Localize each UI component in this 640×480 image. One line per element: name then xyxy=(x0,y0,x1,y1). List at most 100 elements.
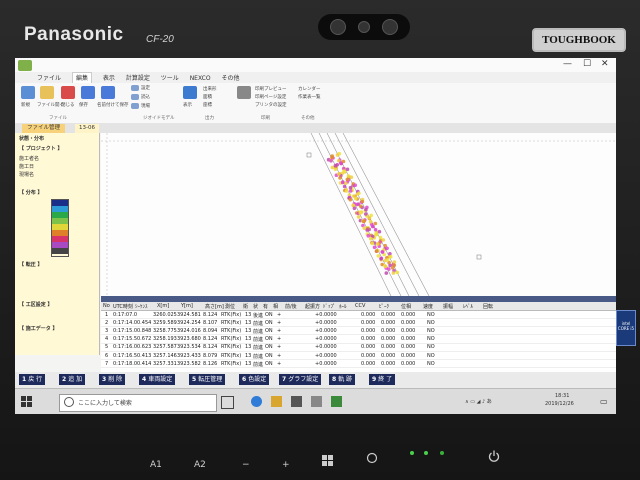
clock-date[interactable]: 2019/12/26 xyxy=(545,401,574,407)
edge-icon[interactable] xyxy=(251,396,262,407)
column-header[interactable]: ﾄﾞｯﾌﾟ xyxy=(323,303,336,310)
read-button[interactable]: 読込 xyxy=(141,94,150,100)
fkey-8[interactable]: 8軌 跡 xyxy=(329,374,356,385)
save-as-icon[interactable] xyxy=(101,86,115,99)
fkey-5[interactable]: 5 転圧管理 xyxy=(189,374,226,385)
column-header[interactable]: 回転 xyxy=(483,303,493,310)
save-icon[interactable] xyxy=(81,86,95,99)
save-as-button-label[interactable]: 名前付けて保存 xyxy=(97,102,129,108)
display-button-label[interactable]: 表示 xyxy=(183,102,192,108)
column-header[interactable]: 起振方 xyxy=(305,303,320,310)
power-icon[interactable] xyxy=(488,450,500,462)
table-row[interactable]: 1 0:17:07.0 3260.025 3924.581 8.124 RTK(Fix) 1… xyxy=(101,311,616,319)
new-file-icon[interactable] xyxy=(21,86,35,99)
table-row[interactable]: 6 0:17:16.5 0.413 3257.146 3923.433 8.079 RTK(… xyxy=(101,352,616,360)
table-row[interactable]: 3 0:17:15.0 0.848 3258.775 3924.016 8.094 RTK(… xyxy=(101,327,616,336)
column-header[interactable]: 速度 xyxy=(423,303,433,310)
plan-view-canvas[interactable] xyxy=(101,132,616,297)
coordinate-button[interactable]: 座標 xyxy=(203,102,212,108)
hw-key-a1[interactable]: A1 xyxy=(150,460,162,470)
printer-icon[interactable] xyxy=(237,86,251,99)
table-row[interactable]: 4 0:17:15.5 0.672 3258.193 3923.680 8.124 RTK(… xyxy=(101,336,616,344)
minimize-icon[interactable]: — xyxy=(563,59,572,69)
hw-key-minus[interactable]: − xyxy=(242,460,250,470)
taskbar-search-input[interactable]: ここに入力して検索 xyxy=(59,394,217,412)
column-header[interactable]: 衛 xyxy=(243,303,248,310)
status-panel: 状態・分布 【 プロジェクト 】 施工者名 施工日 現場名 【 分布 】 【 転… xyxy=(15,133,100,355)
track-point xyxy=(329,159,333,163)
site-icon[interactable] xyxy=(131,103,139,109)
column-header[interactable]: 振幅 xyxy=(443,303,453,310)
column-header[interactable]: 測位 xyxy=(225,303,235,310)
store-icon[interactable] xyxy=(291,396,302,407)
column-header[interactable]: UTC時刻 xyxy=(113,303,133,310)
column-header[interactable]: 前/後 xyxy=(285,303,297,310)
table-row[interactable]: 5 0:17:16.0 0.623 3257.587 3923.534 8.124 RTK(… xyxy=(101,344,616,352)
tab-file-management[interactable]: ファイル管理 xyxy=(22,124,66,133)
trajectory-svg[interactable] xyxy=(101,132,616,297)
hw-key-a2[interactable]: A2 xyxy=(194,460,206,470)
settings-icon[interactable] xyxy=(131,85,139,91)
hw-key-plus[interactable]: + xyxy=(282,460,290,470)
column-header[interactable]: ﾚﾍﾞﾙ xyxy=(463,303,473,310)
track-point xyxy=(380,250,385,254)
column-header[interactable]: CCV xyxy=(355,303,365,309)
maximize-icon[interactable]: ☐ xyxy=(583,59,591,69)
column-header[interactable]: No xyxy=(103,303,110,309)
fkey-6[interactable]: 6 色設定 xyxy=(239,374,270,385)
table-row[interactable]: 2 0:17:14.0 0.454 3259.589 3924.254 8.107 RTK(… xyxy=(101,319,616,328)
column-header[interactable]: 位相 xyxy=(401,303,411,310)
column-header[interactable]: 有 xyxy=(263,303,268,310)
fkey-number: 9 xyxy=(372,376,377,383)
fkey-9[interactable]: 9終 了 xyxy=(369,374,396,385)
fkey-4[interactable]: 4 車両設定 xyxy=(139,374,176,385)
column-header[interactable]: 状 xyxy=(253,303,258,310)
table-cell: 3924.254 xyxy=(177,319,201,326)
tab-document[interactable]: 13-06 xyxy=(75,124,99,133)
model-label: CF-20 xyxy=(146,34,174,45)
notification-icon[interactable]: ▭ xyxy=(600,397,608,406)
windows-key-icon[interactable] xyxy=(322,455,334,467)
fkey-1[interactable]: 1戻 行 xyxy=(19,374,46,385)
open-folder-icon[interactable] xyxy=(40,86,54,99)
camera-app-icon[interactable] xyxy=(311,396,322,407)
app-taskbar-icon[interactable] xyxy=(331,396,342,407)
area-button[interactable]: 面積 xyxy=(203,94,212,100)
read-icon[interactable] xyxy=(131,94,139,100)
table-cell: 0:17:15.0 xyxy=(113,327,138,334)
site-button[interactable]: 現場 xyxy=(141,103,150,109)
column-header[interactable]: ｼｰｹﾝｽ xyxy=(135,303,148,310)
save-button-label[interactable]: 保存 xyxy=(79,102,88,108)
track-point xyxy=(349,175,354,179)
close-icon[interactable]: ✕ xyxy=(601,59,609,69)
clock-time[interactable]: 18:31 xyxy=(555,393,569,399)
printer-settings-button[interactable]: プリンタの設定 xyxy=(255,102,287,108)
settings-button[interactable]: 設定 xyxy=(141,85,150,91)
rotation-lock-icon[interactable] xyxy=(366,452,378,464)
close-button-label[interactable]: 閉じる xyxy=(61,102,75,108)
column-header[interactable]: ﾎｰﾙ xyxy=(339,303,347,310)
worksheet-list-button[interactable]: 作業表一覧 xyxy=(298,94,321,100)
close-file-icon[interactable] xyxy=(61,86,75,99)
explorer-icon[interactable] xyxy=(271,396,282,407)
column-header[interactable]: ﾋﾟｰｸ xyxy=(379,303,389,310)
table-row[interactable]: 7 0:17:18.0 0.414 3257.331 3923.582 8.126 RTK(… xyxy=(101,360,616,369)
print-preview-button[interactable]: 印刷プレビュー xyxy=(255,86,287,92)
display-icon[interactable] xyxy=(183,86,197,99)
open-button-label[interactable]: ファイル開く xyxy=(37,102,64,108)
track-point xyxy=(344,189,349,193)
fkey-3[interactable]: 3削 除 xyxy=(99,374,126,385)
calendar-button[interactable]: カレンダー xyxy=(298,86,321,92)
task-view-icon[interactable] xyxy=(221,396,234,409)
column-header[interactable]: Y[m] xyxy=(181,303,193,309)
column-header[interactable]: X[m] xyxy=(157,303,169,309)
tray-icons[interactable]: ∧ ▭ ◢ ♪ あ xyxy=(465,398,492,405)
as-built-button[interactable]: 出来形 xyxy=(203,86,217,92)
page-setup-button[interactable]: 印刷ページ設定 xyxy=(255,94,286,100)
column-header[interactable]: 高さ[m] xyxy=(205,303,224,310)
column-header[interactable]: 相 xyxy=(273,303,278,310)
fkey-7[interactable]: 7 グラフ設定 xyxy=(279,374,322,385)
new-button-label[interactable]: 新規 xyxy=(21,102,30,108)
fkey-2[interactable]: 2追 加 xyxy=(59,374,86,385)
windows-start-icon[interactable] xyxy=(21,396,33,408)
